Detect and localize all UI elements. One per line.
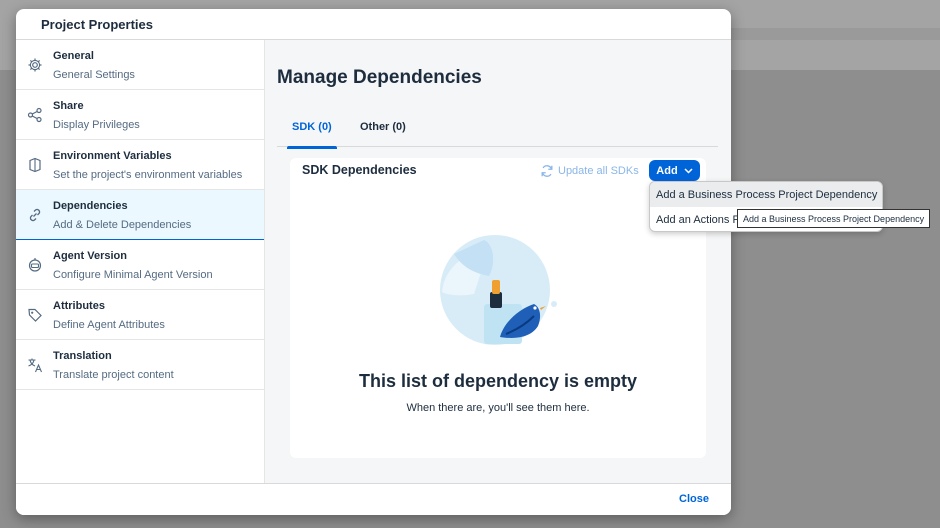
sidebar-item-title: Attributes <box>53 300 105 312</box>
tag-icon <box>28 308 42 322</box>
menu-item-add-business-process-dependency[interactable]: Add a Business Process Project Dependenc… <box>650 182 882 207</box>
sidebar-item-title: General <box>53 50 94 62</box>
sidebar-item-subtitle: Define Agent Attributes <box>53 319 165 331</box>
sidebar-item-title: Agent Version <box>53 250 127 262</box>
tab-sdk[interactable]: SDK (0) <box>287 121 337 149</box>
tooltip: Add a Business Process Project Dependenc… <box>737 209 930 228</box>
sidebar-item-subtitle: General Settings <box>53 69 135 81</box>
sidebar-item-title: Dependencies <box>53 200 128 212</box>
update-all-sdks-label: Update all SDKs <box>558 165 639 177</box>
tab-bar: SDK (0) Other (0) <box>277 117 718 149</box>
empty-state-title: This list of dependency is empty <box>358 371 638 391</box>
refresh-icon <box>541 165 553 177</box>
empty-state-subtitle: When there are, you'll see them here. <box>406 402 590 414</box>
card-title: SDK Dependencies <box>302 163 417 177</box>
empty-state-illustration <box>440 235 557 345</box>
sidebar-item-subtitle: Display Privileges <box>53 119 140 131</box>
sidebar-item-attributes[interactable]: Attributes Define Agent Attributes <box>16 290 264 340</box>
sidebar-item-subtitle: Set the project's environment variables <box>53 169 243 181</box>
sdk-dependencies-card: SDK Dependencies Update all SDKs Add Thi… <box>290 158 706 458</box>
sidebar-item-subtitle: Add & Delete Dependencies <box>53 219 192 231</box>
sidebar-item-dependencies[interactable]: Dependencies Add & Delete Dependencies <box>16 190 264 240</box>
add-button-label: Add <box>656 164 678 177</box>
sidebar-item-agent-version[interactable]: Agent Version Configure Minimal Agent Ve… <box>16 240 264 290</box>
sidebar-item-share[interactable]: Share Display Privileges <box>16 90 264 140</box>
gear-icon <box>28 58 42 72</box>
link-icon <box>29 208 41 222</box>
sidebar-item-title: Environment Variables <box>53 150 172 162</box>
sidebar-item-subtitle: Translate project content <box>53 369 174 381</box>
share-icon <box>27 107 42 123</box>
sidebar: General General Settings Share Display P… <box>16 40 265 483</box>
dialog-title: Project Properties <box>16 9 731 40</box>
close-button[interactable]: Close <box>679 493 709 505</box>
sidebar-item-title: Translation <box>53 350 112 362</box>
cube-icon <box>29 157 41 173</box>
dialog-footer: Close <box>16 483 731 515</box>
page-title: Manage Dependencies <box>277 67 482 88</box>
sidebar-item-subtitle: Configure Minimal Agent Version <box>53 269 213 281</box>
backdrop-bar <box>730 28 940 40</box>
robot-icon <box>28 258 42 272</box>
translate-icon <box>28 358 43 373</box>
sidebar-item-environment-variables[interactable]: Environment Variables Set the project's … <box>16 140 264 190</box>
chevron-down-icon <box>684 167 693 174</box>
add-button[interactable]: Add <box>649 160 700 181</box>
sidebar-item-translation[interactable]: Translation Translate project content <box>16 340 264 390</box>
main-panel: Manage Dependencies SDK (0) Other (0) SD… <box>265 40 731 483</box>
project-properties-dialog: Project Properties General General Setti… <box>16 9 731 515</box>
sidebar-item-general[interactable]: General General Settings <box>16 40 264 90</box>
tab-other[interactable]: Other (0) <box>360 121 406 133</box>
update-all-sdks-button[interactable]: Update all SDKs <box>540 164 639 178</box>
sidebar-item-title: Share <box>53 100 84 112</box>
